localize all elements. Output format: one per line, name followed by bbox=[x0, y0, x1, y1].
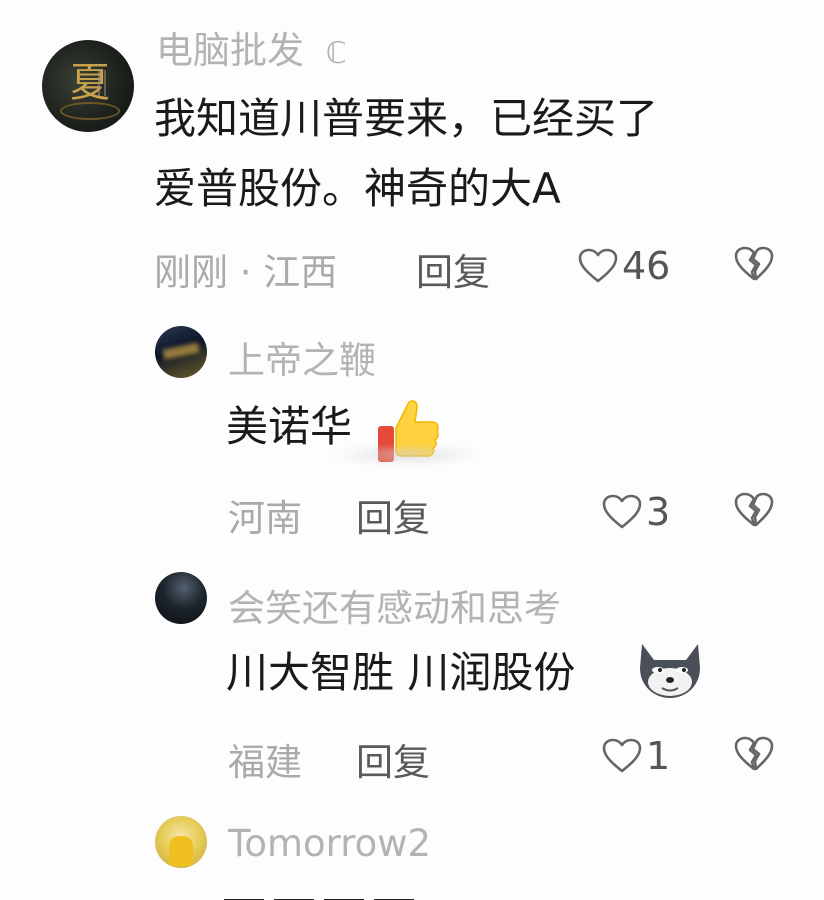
like-count: 1 bbox=[646, 734, 671, 778]
comment-username[interactable]: 会笑还有感动和思考 bbox=[228, 578, 561, 632]
user-badge-icon: ℂ bbox=[325, 36, 347, 71]
like-count: 3 bbox=[646, 490, 671, 534]
avatar-decoration bbox=[104, 70, 106, 96]
like-button[interactable]: 46 bbox=[578, 244, 670, 288]
comment-meta: 刚刚 · 江西 bbox=[154, 251, 338, 294]
reply-button[interactable]: 回复 bbox=[356, 488, 430, 542]
comment-username[interactable]: 上帝之鞭 bbox=[228, 330, 376, 384]
avatar-decoration bbox=[98, 70, 100, 96]
avatar[interactable] bbox=[155, 816, 207, 868]
broken-heart-icon[interactable] bbox=[734, 246, 774, 282]
comment-text: 川大智胜 川润股份 bbox=[226, 648, 576, 697]
broken-heart-icon[interactable] bbox=[734, 736, 774, 772]
like-count: 46 bbox=[622, 244, 671, 288]
comment-username[interactable]: Tomorrow2 bbox=[228, 822, 431, 865]
username-text: 电脑批发 bbox=[156, 29, 304, 72]
reply-button[interactable]: 回复 bbox=[416, 242, 490, 296]
comment-meta: 河南 bbox=[228, 497, 302, 540]
heart-outline-icon bbox=[602, 738, 642, 773]
avatar-decoration bbox=[60, 102, 120, 120]
avatar[interactable]: 夏 bbox=[42, 40, 134, 132]
like-button[interactable]: 3 bbox=[602, 490, 670, 534]
avatar[interactable] bbox=[155, 326, 207, 378]
blur-artifact bbox=[330, 448, 480, 462]
heart-outline-icon bbox=[578, 248, 618, 283]
avatar[interactable] bbox=[155, 572, 207, 624]
truncated-comment-text bbox=[224, 888, 484, 900]
heart-outline-icon bbox=[602, 494, 642, 529]
like-button[interactable]: 1 bbox=[602, 734, 670, 778]
comment-text-line: 爱普股份。神奇的大A bbox=[154, 164, 561, 213]
comment-meta: 福建 bbox=[228, 741, 302, 784]
comment-username[interactable]: 电脑批发 ℂ bbox=[156, 20, 347, 74]
reply-button[interactable]: 回复 bbox=[356, 732, 430, 786]
doge-wolf-emoji-icon bbox=[640, 644, 700, 698]
broken-heart-icon[interactable] bbox=[734, 492, 774, 528]
comment-text-line: 我知道川普要来，已经买了 bbox=[154, 94, 659, 143]
